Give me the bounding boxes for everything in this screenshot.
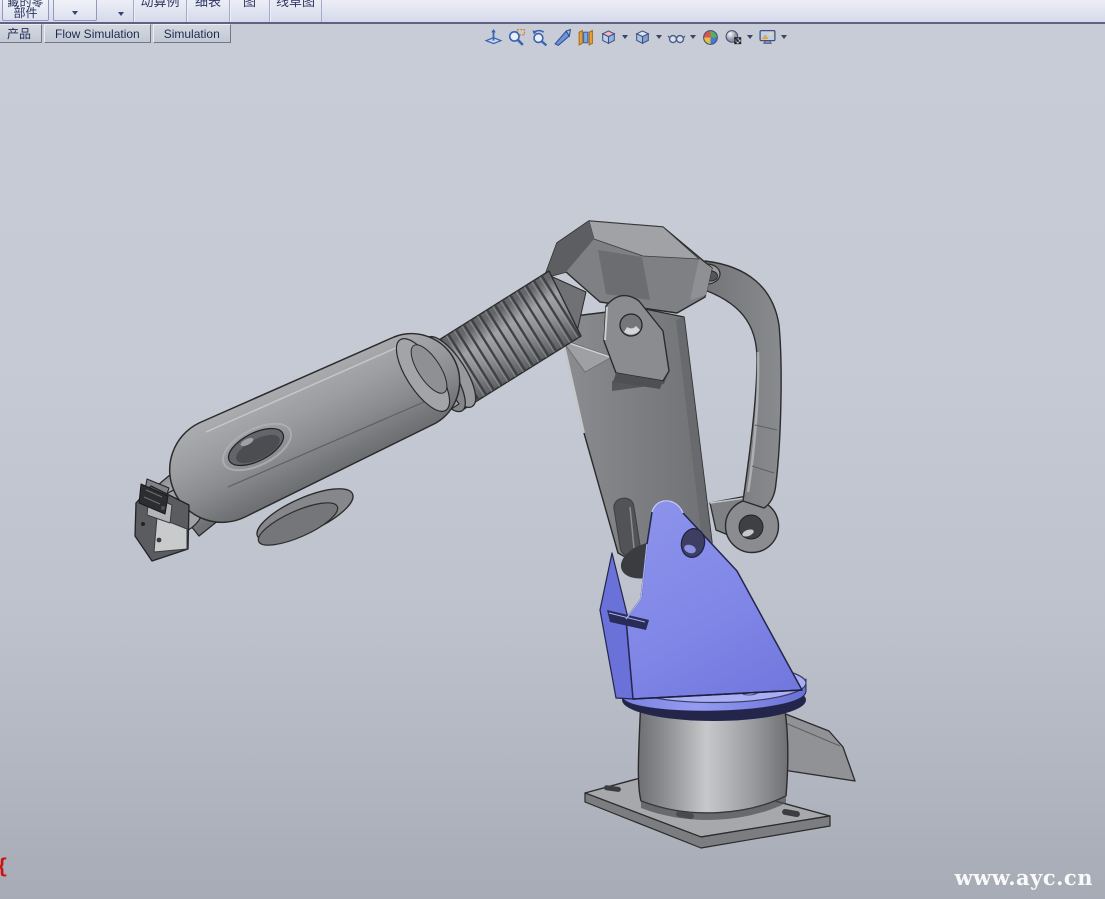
watermark-text: www.ayc.cn: [955, 865, 1093, 890]
graphics-viewport[interactable]: [0, 0, 1105, 899]
base-fin[interactable]: [783, 713, 855, 781]
robot-arm-model[interactable]: [135, 221, 855, 848]
linkage-handle[interactable]: [699, 261, 781, 508]
left-edge-red-mark: {: [0, 854, 8, 878]
solidworks-window: 藏的零 部件 动算例 细表 图 线草图 产品 Flow Simulation S…: [0, 0, 1105, 899]
